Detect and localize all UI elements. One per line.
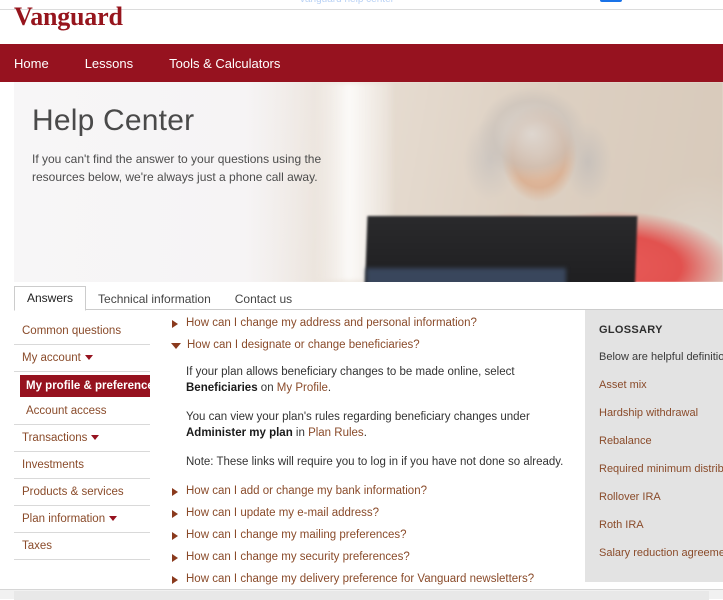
faq-question-label: How can I change my mailing preferences? xyxy=(186,529,407,541)
faq-answer-text: If your plan allows beneficiary changes … xyxy=(186,366,515,378)
chevron-down-icon xyxy=(109,516,118,522)
link-plan-rules[interactable]: Plan Rules xyxy=(308,427,364,439)
sidebar-item-my-account[interactable]: My account xyxy=(14,345,150,372)
glossary-item-required-minimum-distribution[interactable]: Required minimum distribution xyxy=(599,463,723,475)
faq-list: How can I change my address and personal… xyxy=(150,310,585,600)
main-navigation-bar: Home Lessons Tools & Calculators xyxy=(0,44,723,82)
browser-ghost-text: vanguard help center xyxy=(300,0,394,5)
sidebar-item-label: Taxes xyxy=(22,540,53,552)
sidebar-item-common-questions[interactable]: Common questions xyxy=(14,318,150,345)
faq-answer-text: You can view your plan's rules regarding… xyxy=(186,411,530,423)
sidebar-item-label: Common questions xyxy=(22,325,122,337)
faq-answer-text: . xyxy=(327,382,332,394)
sidebar-item-account-access[interactable]: Account access xyxy=(14,400,150,422)
triangle-down-icon xyxy=(171,343,181,349)
hero-photo-jeans xyxy=(366,268,566,282)
nav-item-lessons[interactable]: Lessons xyxy=(85,56,133,71)
page-title: Help Center xyxy=(32,104,195,137)
faq-answer-text: on xyxy=(257,382,277,394)
faq-question-label: How can I designate or change beneficiar… xyxy=(187,339,420,351)
sidebar-item-investments[interactable]: Investments xyxy=(14,452,150,479)
glossary-item-hardship-withdrawal[interactable]: Hardship withdrawal xyxy=(599,407,723,419)
hero-text-block: Help Center If you can't find the answer… xyxy=(32,104,342,186)
faq-answer-paragraph-1: If your plan allows beneficiary changes … xyxy=(186,364,571,396)
browser-blue-button[interactable] xyxy=(600,0,622,2)
faq-answer-paragraph-2: You can view your plan's rules regarding… xyxy=(186,409,571,441)
glossary-item-asset-mix[interactable]: Asset mix xyxy=(599,379,723,391)
faq-answer-text: . xyxy=(363,427,367,439)
faq-answer-bold-administer-my-plan: Administer my plan xyxy=(186,427,293,439)
faq-question-label: How can I add or change my bank informat… xyxy=(186,485,427,497)
faq-question-newsletter-delivery-preference[interactable]: How can I change my delivery preference … xyxy=(172,572,571,587)
faq-question-label: How can I change my address and personal… xyxy=(186,317,477,329)
glossary-panel: GLOSSARY Below are helpful definitions o… xyxy=(585,310,723,582)
faq-question-security-preferences[interactable]: How can I change my security preferences… xyxy=(172,550,571,565)
nav-item-home[interactable]: Home xyxy=(14,56,49,71)
glossary-item-rollover-ira[interactable]: Rollover IRA xyxy=(599,491,723,503)
sidebar-item-taxes[interactable]: Taxes xyxy=(14,533,150,560)
sidebar-item-label: My account xyxy=(22,352,81,364)
faq-answer-text: in xyxy=(292,427,309,439)
sidebar-item-plan-information[interactable]: Plan information xyxy=(14,506,150,533)
sidebar-item-label: Investments xyxy=(22,459,84,471)
glossary-item-rebalance[interactable]: Rebalance xyxy=(599,435,723,447)
hero-subtitle: If you can't find the answer to your que… xyxy=(32,152,322,184)
sidebar-item-my-profile-preferences[interactable]: My profile & preferences xyxy=(20,375,160,397)
vanguard-logo[interactable]: Vanguard xyxy=(14,2,123,32)
hero-banner: Help Center If you can't find the answer… xyxy=(14,82,723,282)
faq-question-address-personal-information[interactable]: How can I change my address and personal… xyxy=(172,316,571,331)
link-my-profile[interactable]: My Profile xyxy=(277,382,328,394)
triangle-right-icon xyxy=(172,554,178,562)
tab-answers[interactable]: Answers xyxy=(14,286,87,311)
tab-underline xyxy=(14,309,723,310)
triangle-right-icon xyxy=(172,576,178,584)
sidebar-item-label: Plan information xyxy=(22,513,106,525)
nav-item-tools-calculators[interactable]: Tools & Calculators xyxy=(169,56,280,71)
footer-strip xyxy=(0,589,723,600)
logo-band: Vanguard xyxy=(0,2,723,44)
tab-contact-us[interactable]: Contact us xyxy=(223,288,304,311)
triangle-right-icon xyxy=(172,510,178,518)
sidebar-item-label: Products & services xyxy=(22,486,124,498)
chevron-down-icon xyxy=(84,355,93,361)
faq-question-label: How can I update my e-mail address? xyxy=(186,507,380,519)
glossary-title: GLOSSARY xyxy=(599,324,663,336)
triangle-right-icon xyxy=(172,532,178,540)
faq-question-bank-information[interactable]: How can I add or change my bank informat… xyxy=(172,484,571,499)
glossary-item-roth-ira[interactable]: Roth IRA xyxy=(599,519,723,531)
glossary-item-salary-reduction-agreement[interactable]: Salary reduction agreement xyxy=(599,547,723,559)
tab-technical-information[interactable]: Technical information xyxy=(86,288,223,311)
glossary-description: Below are helpful definitions of commonl… xyxy=(599,351,723,363)
triangle-right-icon xyxy=(172,488,178,496)
sidebar-subitems-my-account: My profile & preferences Account access xyxy=(14,372,160,425)
sidebar-item-products-services[interactable]: Products & services xyxy=(14,479,150,506)
faq-question-mailing-preferences[interactable]: How can I change my mailing preferences? xyxy=(172,528,571,543)
tab-strip: Answers Technical information Contact us xyxy=(14,286,723,311)
faq-answer-beneficiaries: If your plan allows beneficiary changes … xyxy=(172,360,571,484)
faq-question-email-address[interactable]: How can I update my e-mail address? xyxy=(172,506,571,521)
sidebar-item-transactions[interactable]: Transactions xyxy=(14,425,150,452)
triangle-right-icon xyxy=(172,320,178,328)
content-area: Common questions My account My profile &… xyxy=(14,310,723,600)
chevron-down-icon xyxy=(91,435,100,441)
faq-question-label: How can I change my security preferences… xyxy=(186,551,410,563)
sidebar-item-label: Transactions xyxy=(22,432,88,444)
faq-question-label: How can I change my delivery preference … xyxy=(186,573,535,585)
faq-answer-note: Note: These links will require you to lo… xyxy=(186,456,564,468)
faq-answer-bold-beneficiaries: Beneficiaries xyxy=(186,382,258,394)
faq-question-designate-change-beneficiaries[interactable]: How can I designate or change beneficiar… xyxy=(171,338,571,353)
category-sidebar: Common questions My account My profile &… xyxy=(14,310,160,582)
